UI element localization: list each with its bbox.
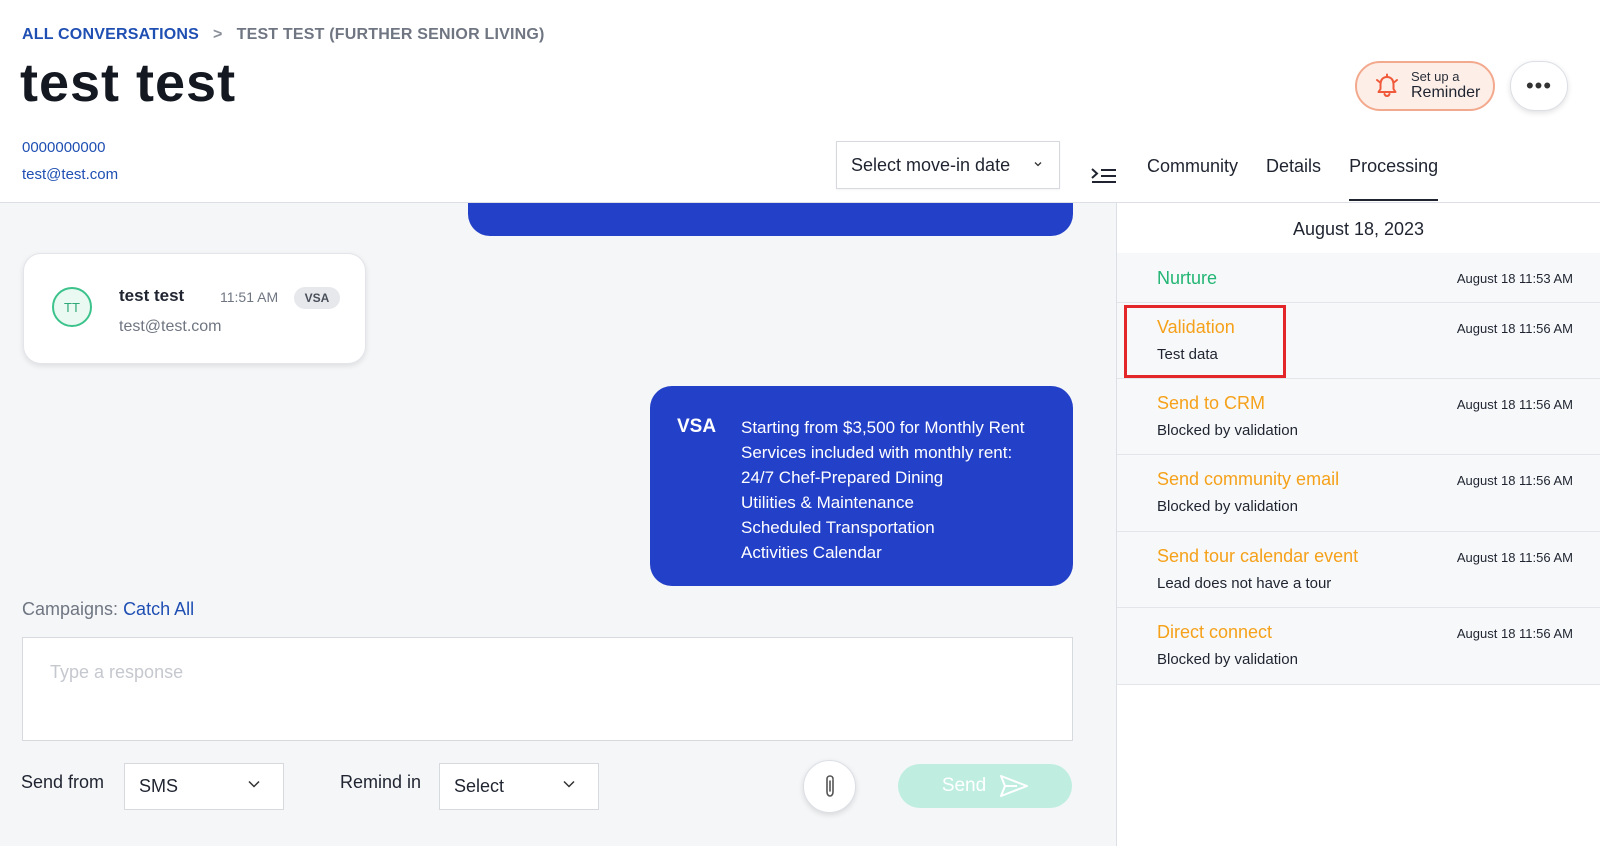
message-line: Services included with monthly rent: xyxy=(741,443,1013,462)
lead-message-card: TT test test 11:51 AM VSA test@test.com xyxy=(23,253,366,364)
card-email: test@test.com xyxy=(119,318,222,335)
more-options-button[interactable]: ••• xyxy=(1510,61,1568,111)
response-input[interactable] xyxy=(23,638,1072,740)
send-button[interactable]: Send xyxy=(898,764,1072,808)
reminder-text: Set up a Reminder xyxy=(1411,69,1481,102)
message-line: 24/7 Chef-Prepared Dining xyxy=(741,468,944,487)
message-sender: VSA xyxy=(677,416,717,437)
breadcrumb-all-conversations-link[interactable]: ALL CONVERSATIONS xyxy=(22,26,199,44)
paperclip-icon xyxy=(825,774,834,797)
step-description: Blocked by validation xyxy=(1157,422,1298,439)
reminder-label-line1: Set up a xyxy=(1411,69,1460,85)
card-timestamp: 11:51 AM xyxy=(220,289,279,305)
step-time: August 18 11:56 AM xyxy=(1456,473,1573,488)
campaigns-line: Campaigns: Catch All xyxy=(22,599,194,620)
breadcrumb-current: TEST TEST (FURTHER SENIOR LIVING) xyxy=(236,26,545,43)
tab-processing[interactable]: Processing xyxy=(1349,156,1439,201)
remind-in-label: Remind in xyxy=(340,772,422,792)
message-line: Scheduled Transportation xyxy=(741,518,935,537)
more-icon: ••• xyxy=(1525,73,1553,98)
step-description: Blocked by validation xyxy=(1157,498,1298,515)
send-from-label: Send from xyxy=(21,772,105,792)
step-name: Nurture xyxy=(1157,268,1218,288)
step-name: Validation xyxy=(1157,317,1235,337)
processing-step-nurture: Nurture August 18 11:53 AM xyxy=(1117,253,1600,303)
step-time: August 18 11:56 AM xyxy=(1456,626,1573,641)
contact-email-link[interactable]: test@test.com xyxy=(22,166,118,183)
outgoing-message-bubble: VSA Starting from $3,500 for Monthly Ren… xyxy=(650,386,1073,586)
step-description: Test data xyxy=(1157,346,1218,363)
step-time: August 18 11:56 AM xyxy=(1456,550,1573,565)
step-name: Send tour calendar event xyxy=(1157,546,1359,566)
remind-in-select[interactable]: Select xyxy=(439,763,599,810)
processing-step-direct-connect: Direct connect Blocked by validation Aug… xyxy=(1117,608,1600,685)
panel-tabs: Community Details Processing xyxy=(1147,156,1466,201)
send-from-value: SMS xyxy=(139,776,179,796)
campaign-link[interactable]: Catch All xyxy=(123,599,194,619)
card-badge: VSA xyxy=(294,287,340,309)
card-sender-name: test test xyxy=(119,286,185,305)
page-title: test test xyxy=(20,53,237,113)
processing-date: August 18, 2023 xyxy=(1292,219,1425,239)
chevron-down-icon xyxy=(563,780,575,788)
step-description: Blocked by validation xyxy=(1157,651,1298,668)
step-name: Send community email xyxy=(1157,469,1340,489)
campaigns-label: Campaigns: xyxy=(22,599,119,619)
chat-area: TT test test 11:51 AM VSA test@test.com … xyxy=(0,203,1116,846)
remind-in-value: Select xyxy=(454,776,505,796)
tab-details[interactable]: Details xyxy=(1266,156,1321,201)
message-line: Starting from $3,500 for Monthly Rent xyxy=(741,418,1025,437)
contact-phone-link[interactable]: 0000000000 xyxy=(22,139,105,156)
step-time: August 18 11:56 AM xyxy=(1456,321,1573,336)
chevron-right-icon: > xyxy=(213,26,223,43)
tab-community[interactable]: Community xyxy=(1147,156,1238,201)
move-in-date-select[interactable]: Select move-in date xyxy=(836,141,1060,189)
avatar: TT xyxy=(52,287,92,327)
previous-message-bubble xyxy=(468,203,1073,236)
collapse-panel-icon[interactable] xyxy=(1090,164,1118,188)
chevron-down-icon xyxy=(248,780,260,788)
set-up-reminder-button[interactable]: Set up a Reminder xyxy=(1355,61,1495,111)
reminder-label-line2: Reminder xyxy=(1411,84,1481,102)
processing-step-send-community-email: Send community email Blocked by validati… xyxy=(1117,455,1600,532)
attach-button[interactable] xyxy=(803,760,856,813)
step-description: Lead does not have a tour xyxy=(1157,575,1332,592)
message-line: Utilities & Maintenance xyxy=(741,493,914,512)
move-in-date-value: Select move-in date xyxy=(851,154,1011,175)
step-name: Direct connect xyxy=(1157,622,1273,642)
processing-step-validation: Validation Test data August 18 11:56 AM xyxy=(1117,303,1600,379)
bell-icon xyxy=(1376,73,1398,98)
processing-panel: August 18, 2023 Nurture August 18 11:53 … xyxy=(1117,203,1600,846)
step-time: August 18 11:53 AM xyxy=(1456,271,1573,286)
send-from-select[interactable]: SMS xyxy=(124,763,284,810)
send-icon xyxy=(1000,775,1029,797)
response-box xyxy=(22,637,1073,741)
message-line: Activities Calendar xyxy=(741,543,882,562)
message-body: Starting from $3,500 for Monthly Rent Se… xyxy=(741,415,1024,565)
chevron-down-icon xyxy=(1034,162,1042,167)
breadcrumb: ALL CONVERSATIONS > TEST TEST (FURTHER S… xyxy=(22,26,545,44)
step-name: Send to CRM xyxy=(1157,393,1266,413)
send-label: Send xyxy=(941,775,987,796)
step-time: August 18 11:56 AM xyxy=(1456,397,1573,412)
processing-step-send-tour-calendar-event: Send tour calendar event Lead does not h… xyxy=(1117,532,1600,608)
conversation-page: ALL CONVERSATIONS > TEST TEST (FURTHER S… xyxy=(0,0,1600,846)
processing-step-send-to-crm: Send to CRM Blocked by validation August… xyxy=(1117,379,1600,455)
